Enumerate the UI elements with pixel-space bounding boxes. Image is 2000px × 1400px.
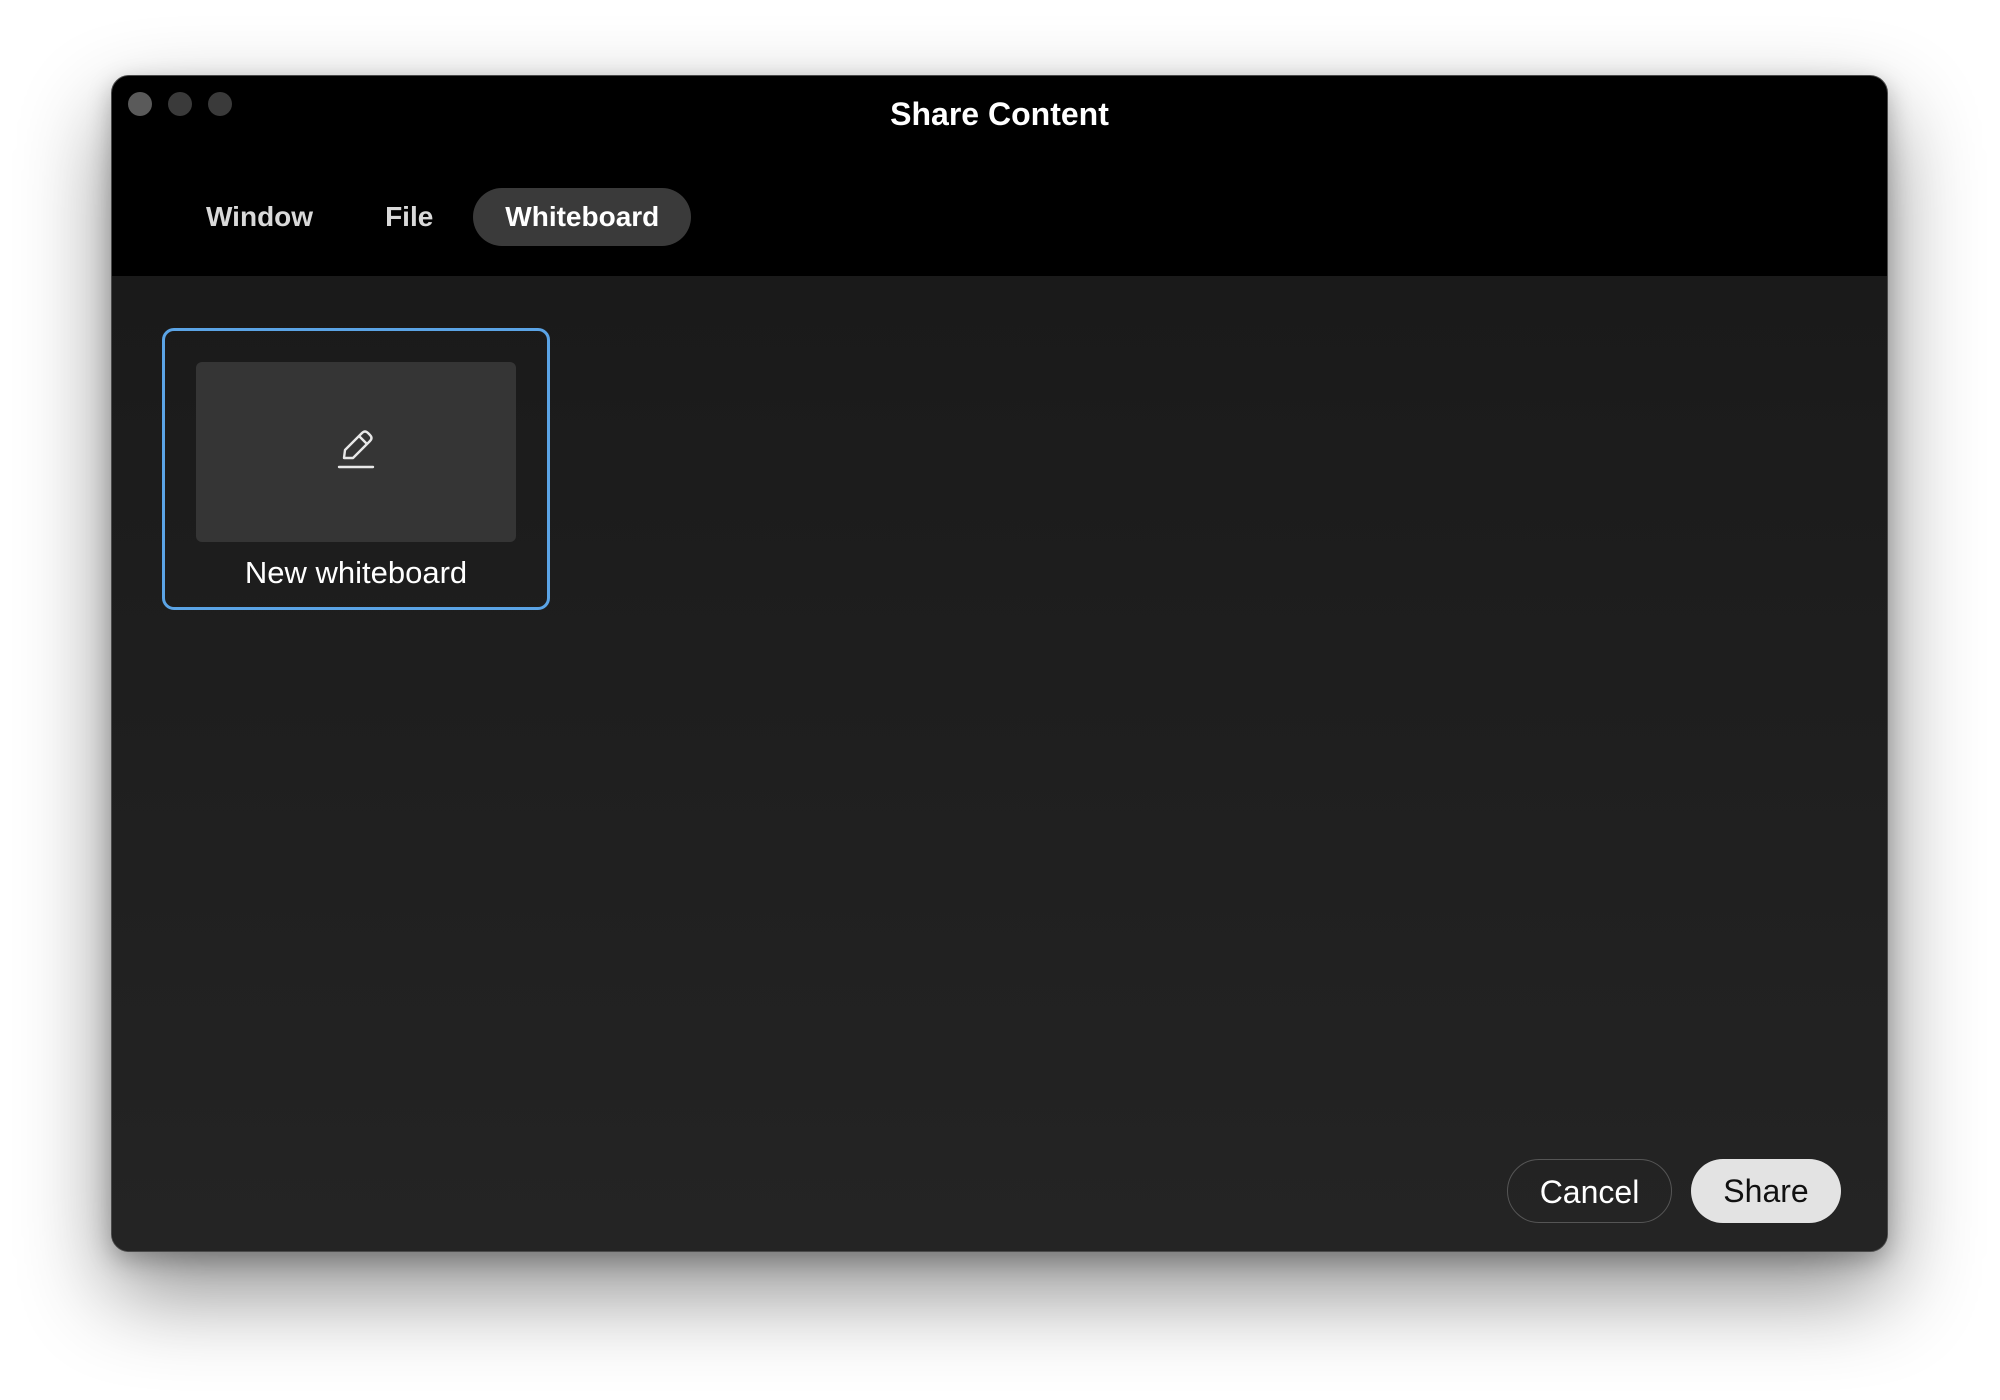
window-title: Share Content — [890, 96, 1109, 132]
tab-file[interactable]: File — [353, 188, 465, 246]
pencil-icon — [336, 428, 376, 477]
cancel-button[interactable]: Cancel — [1507, 1159, 1672, 1223]
tab-window[interactable]: Window — [174, 188, 345, 246]
new-whiteboard-label: New whiteboard — [244, 555, 468, 590]
content-panel: New whiteboard Cancel Share — [112, 276, 1887, 1251]
share-content-window: Share Content Window File Whiteboard New… — [111, 75, 1888, 1252]
share-type-tabs: Window File Whiteboard — [174, 188, 692, 246]
whiteboard-thumbnail — [196, 362, 516, 542]
share-button[interactable]: Share — [1691, 1159, 1841, 1223]
tab-whiteboard[interactable]: Whiteboard — [473, 188, 692, 246]
new-whiteboard-card[interactable]: New whiteboard — [162, 328, 550, 610]
